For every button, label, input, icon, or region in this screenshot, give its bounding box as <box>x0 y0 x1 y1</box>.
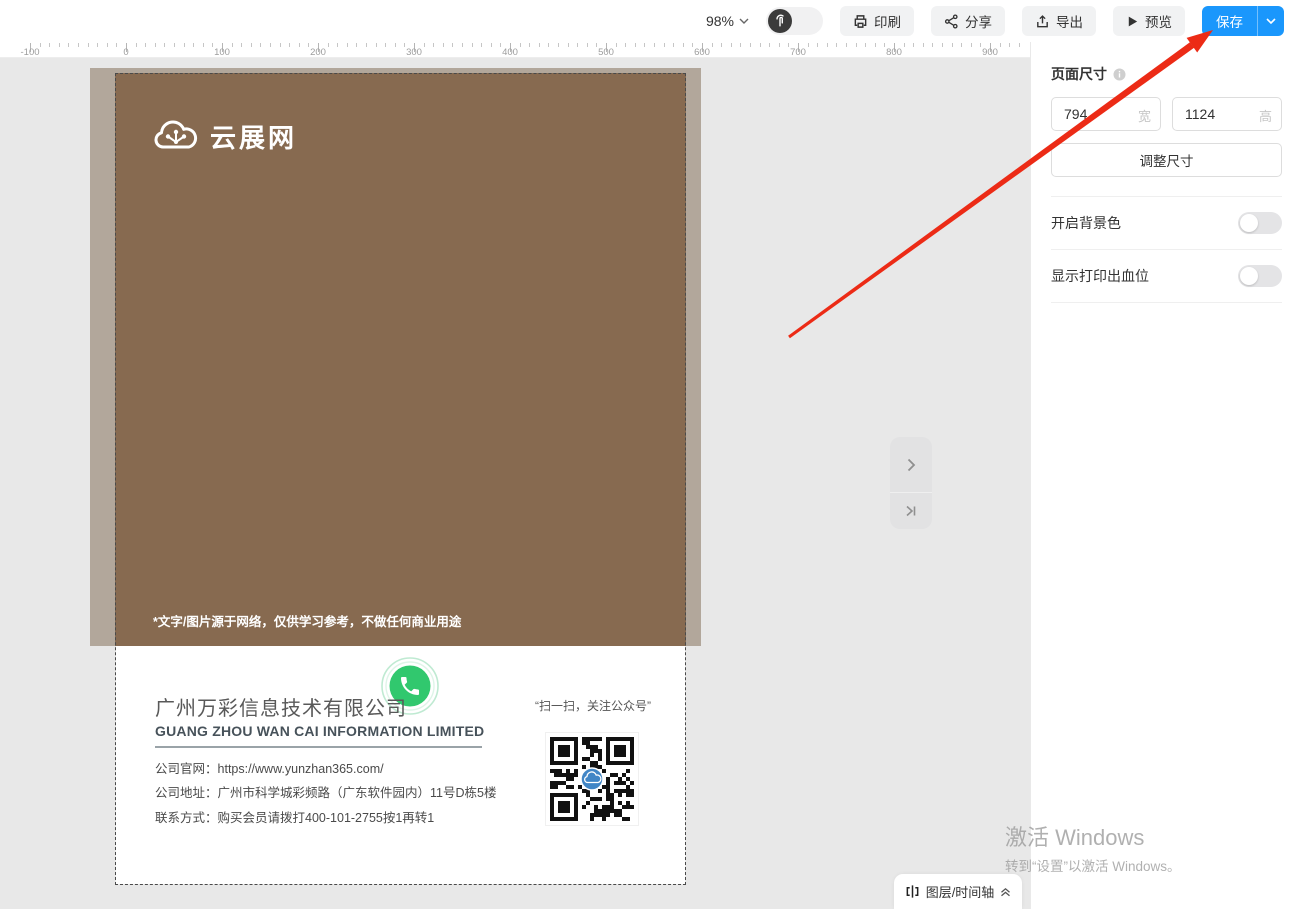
layers-icon <box>905 884 920 899</box>
chevron-right-icon <box>904 457 918 473</box>
qr-caption: “扫一扫，关注公众号” <box>535 697 651 714</box>
export-button-label: 导出 <box>1056 11 1083 31</box>
company-contact-line: 联系方式：购买会员请拨打400-101-2755按1再转1 <box>155 807 434 826</box>
hand-icon <box>773 14 787 28</box>
zoom-level-dropdown[interactable]: 98% <box>706 13 749 29</box>
ruler: -1000100200300400500600700800900 <box>0 42 1030 58</box>
page-selection-outline[interactable]: 云展网 *文字/图片源于网络，仅供学习参考，不做任何商业用途 <box>115 73 686 885</box>
print-bleed-label: 显示打印出血位 <box>1051 266 1149 286</box>
top-toolbar: 98% 印刷 分享 导出 预览 保存 <box>0 0 1302 42</box>
preview-button[interactable]: 预览 <box>1113 6 1185 36</box>
website-value: https://www.yunzhan365.com/ <box>218 762 384 776</box>
printer-icon <box>853 14 868 29</box>
export-icon <box>1035 14 1050 29</box>
footer-divider <box>155 746 482 748</box>
zoom-level-value: 98% <box>706 13 734 29</box>
chevron-up-double-icon <box>1000 887 1011 897</box>
width-field-wrap: 宽 <box>1051 97 1161 131</box>
sidebar-section-divider <box>1051 302 1282 303</box>
hand-tool-knob <box>768 9 792 33</box>
brand-logo: 云展网 <box>152 118 297 155</box>
height-field-wrap: 高 <box>1172 97 1282 131</box>
last-page-button[interactable] <box>890 493 932 529</box>
export-button[interactable]: 导出 <box>1022 6 1096 36</box>
background-color-row: 开启背景色 <box>1051 196 1282 249</box>
bleed-strip-left <box>90 68 115 646</box>
page-settings-sidebar: 页面尺寸 宽 高 调整尺寸 开启背景色 显示打印出血位 <box>1030 42 1302 909</box>
print-bleed-row: 显示打印出血位 <box>1051 249 1282 302</box>
brand-logo-text: 云展网 <box>210 118 297 155</box>
play-icon <box>1126 15 1139 28</box>
canvas-column: -1000100200300400500600700800900 <box>0 42 1030 909</box>
company-name-cn: 广州万彩信息技术有限公司 <box>155 692 407 721</box>
background-color-label: 开启背景色 <box>1051 213 1121 233</box>
cloud-logo-icon <box>152 120 200 154</box>
chevron-down-icon <box>739 18 749 24</box>
hand-tool-toggle[interactable] <box>766 7 823 35</box>
address-value: 广州市科学城彩频路（广东软件园内）11号D栋5楼 <box>218 786 497 800</box>
share-button-label: 分享 <box>965 11 992 31</box>
width-suffix-label: 宽 <box>1138 106 1151 125</box>
chevron-right-bar-icon <box>904 504 918 518</box>
page-footer: 广州万彩信息技术有限公司 GUANG ZHOU WAN CAI INFORMAT… <box>116 646 685 884</box>
qrcode-image <box>550 737 634 821</box>
print-button[interactable]: 印刷 <box>840 6 914 36</box>
chevron-down-icon <box>1266 18 1276 24</box>
background-color-toggle[interactable] <box>1238 212 1282 234</box>
share-icon <box>944 14 959 29</box>
company-address-line: 公司地址：广州市科学城彩频路（广东软件园内）11号D栋5楼 <box>155 782 496 801</box>
workspace: -1000100200300400500600700800900 <box>0 42 1302 909</box>
editor-window: 98% 印刷 分享 导出 预览 保存 <box>0 0 1302 909</box>
layers-timeline-label: 图层/时间轴 <box>926 882 995 901</box>
print-button-label: 印刷 <box>874 11 901 31</box>
save-options-dropdown[interactable] <box>1258 6 1284 36</box>
toggle-knob <box>1240 214 1258 232</box>
resize-button[interactable]: 调整尺寸 <box>1051 143 1282 177</box>
save-button-group: 保存 <box>1202 6 1284 36</box>
print-bleed-toggle[interactable] <box>1238 265 1282 287</box>
save-button-label: 保存 <box>1216 11 1243 31</box>
layers-timeline-button[interactable]: 图层/时间轴 <box>894 874 1022 909</box>
qrcode-box <box>545 732 639 826</box>
website-label: 公司官网： <box>155 762 218 776</box>
company-name-en: GUANG ZHOU WAN CAI INFORMATION LIMITED <box>155 723 484 739</box>
company-website-line: 公司官网：https://www.yunzhan365.com/ <box>155 758 384 777</box>
contact-value: 购买会员请拨打400-101-2755按1再转1 <box>218 811 435 825</box>
info-icon <box>1113 68 1126 81</box>
share-button[interactable]: 分享 <box>931 6 1005 36</box>
height-suffix-label: 高 <box>1259 106 1272 125</box>
bleed-strip-right <box>686 68 701 646</box>
toggle-knob <box>1240 267 1258 285</box>
size-inputs-row: 宽 高 <box>1051 97 1282 131</box>
preview-button-label: 预览 <box>1145 11 1172 31</box>
canvas-area[interactable]: 云展网 *文字/图片源于网络，仅供学习参考，不做任何商业用途 <box>0 58 1030 909</box>
next-page-button[interactable] <box>890 437 932 493</box>
save-button[interactable]: 保存 <box>1202 6 1258 36</box>
contact-label: 联系方式： <box>155 811 218 825</box>
page-size-title: 页面尺寸 <box>1051 64 1107 84</box>
address-label: 公司地址： <box>155 786 218 800</box>
page-size-title-row: 页面尺寸 <box>1051 64 1282 84</box>
disclaimer-text: *文字/图片源于网络，仅供学习参考，不做任何商业用途 <box>153 611 461 630</box>
page-nav-buttons <box>890 437 932 529</box>
